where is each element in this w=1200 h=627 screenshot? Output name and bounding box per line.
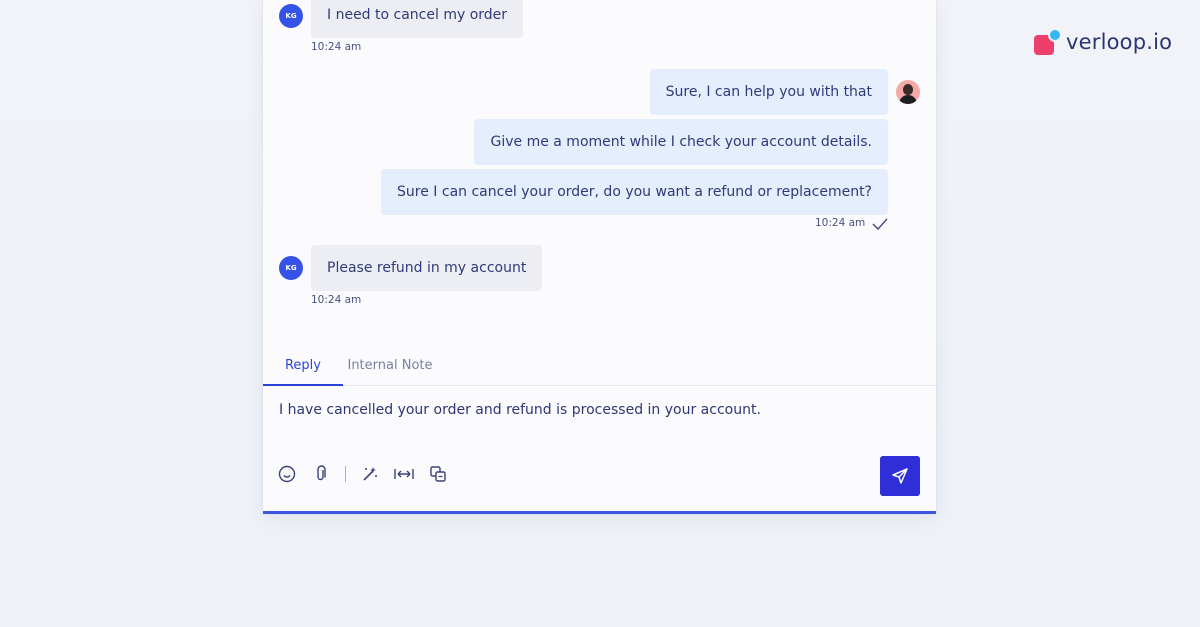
agent-message: Sure I can cancel your order, do you wan… (381, 169, 888, 215)
customer-message: KG I need to cancel my order (279, 0, 524, 38)
magic-wand-icon[interactable] (360, 464, 380, 484)
attachment-icon[interactable] (311, 464, 331, 484)
message-bubble: Sure, I can help you with that (649, 69, 888, 115)
agent-avatar (896, 80, 920, 104)
message-time: 10:24 am (311, 294, 362, 306)
chat-panel: KG I need to cancel my order 10:24 am Su… (263, 0, 936, 514)
message-bubble: I need to cancel my order (311, 0, 524, 38)
message-bubble: Sure I can cancel your order, do you wan… (381, 169, 888, 215)
agent-message: Give me a moment while I check your acco… (474, 119, 888, 165)
translate-icon[interactable] (428, 464, 448, 484)
message-time: 10:24 am (311, 41, 362, 53)
toolbar-divider (345, 466, 346, 482)
tab-internal-note[interactable]: Internal Note (343, 346, 437, 385)
composer-tabs: Reply Internal Note (263, 346, 936, 386)
emoji-icon[interactable] (277, 464, 297, 484)
customer-avatar: KG (279, 256, 303, 280)
send-button[interactable] (880, 456, 920, 496)
customer-message: KG Please refund in my account (279, 245, 543, 291)
message-bubble: Give me a moment while I check your acco… (474, 119, 888, 165)
message-bubble: Please refund in my account (311, 245, 543, 291)
composer-toolbar (277, 464, 448, 484)
message-time: 10:24 am (815, 217, 866, 229)
verloop-logo-icon (1034, 28, 1062, 56)
reply-input[interactable]: I have cancelled your order and refund i… (279, 402, 761, 418)
expand-width-icon[interactable] (394, 464, 414, 484)
agent-message: Sure, I can help you with that (649, 69, 888, 115)
brand-logo: verloop.io (1034, 28, 1172, 56)
check-icon (872, 218, 888, 230)
send-icon (892, 468, 908, 484)
brand-name: verloop.io (1066, 30, 1173, 54)
customer-avatar: KG (279, 4, 303, 28)
tab-reply[interactable]: Reply (263, 346, 343, 386)
